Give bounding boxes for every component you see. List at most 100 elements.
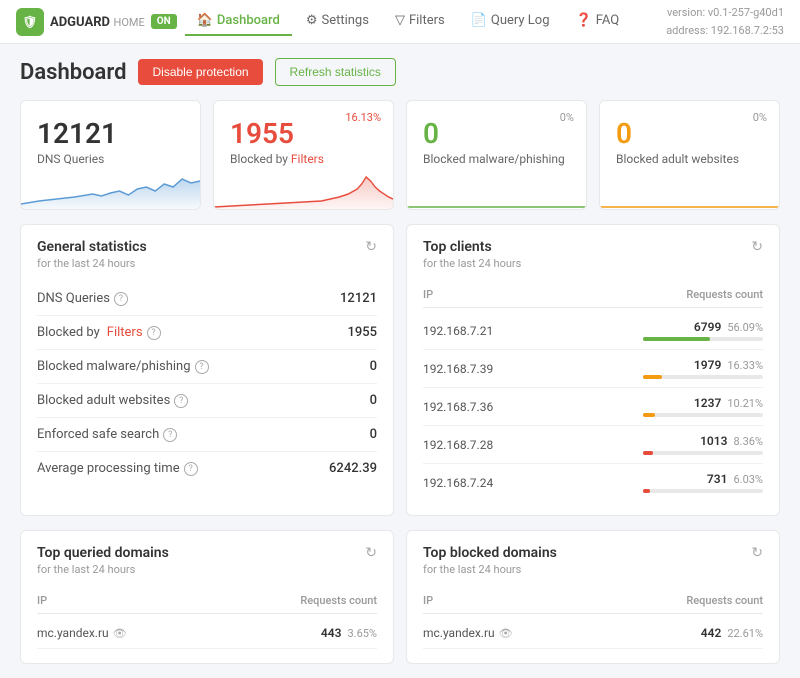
blocked-adult-number: 0 (616, 117, 763, 150)
client-percent: 16.33% (727, 359, 763, 372)
stat-row-safe-value: 0 (370, 427, 377, 442)
client-percent: 10.21% (727, 397, 763, 410)
client-ip: 192.168.7.36 (423, 400, 593, 414)
top-clients-header: Top clients for the last 24 hours ↻ (423, 239, 763, 270)
stat-card-blocked-malware: 0% 0 Blocked malware/phishing (406, 100, 587, 210)
client-count-row: 1979 16.33% (694, 358, 763, 372)
malware-help-icon[interactable]: ? (195, 360, 209, 374)
client-ip: 192.168.7.24 (423, 476, 593, 490)
client-row: 192.168.7.24 731 6.03% (423, 464, 763, 501)
header-version-info: version: v0.1-257-g40d1 address: 192.168… (666, 4, 784, 39)
client-right: 1979 16.33% (593, 358, 763, 379)
adult-help-icon[interactable]: ? (174, 394, 188, 408)
stat-card-blocked-filters: 16.13% 1955 Blocked by Filters (213, 100, 394, 210)
client-bar-bg (643, 337, 763, 341)
client-count: 1979 (694, 358, 721, 372)
header-left: 🛡 ADGUARD HOME ON 🏠 Dashboard ⚙ Settings… (16, 7, 631, 36)
client-row: 192.168.7.39 1979 16.33% (423, 350, 763, 388)
settings-nav-icon: ⚙ (306, 13, 318, 28)
client-bar-fill (643, 337, 710, 341)
top-clients-title: Top clients (423, 239, 521, 255)
faq-nav-icon: ❓ (576, 13, 592, 28)
avg-help-icon[interactable]: ? (184, 462, 198, 476)
client-bar-bg (643, 375, 763, 379)
stat-row-avg-time: Average processing time ? 6242.39 (37, 452, 377, 485)
client-percent: 8.36% (733, 435, 763, 448)
client-count: 1237 (694, 396, 721, 410)
stat-row-avg-label: Average processing time ? (37, 461, 198, 476)
main-grid: General statistics for the last 24 hours… (20, 224, 780, 516)
filters-link-2[interactable]: Filters (107, 325, 143, 340)
client-count-row: 1237 10.21% (694, 396, 763, 410)
blocked-domain-right: 442 22.61% (701, 626, 763, 640)
blocked-help-icon[interactable]: ? (147, 326, 161, 340)
client-row: 192.168.7.28 1013 8.36% (423, 426, 763, 464)
page-content: Dashboard Disable protection Refresh sta… (0, 44, 800, 678)
client-right: 1237 10.21% (593, 396, 763, 417)
stat-row-malware-label: Blocked malware/phishing ? (37, 359, 209, 374)
top-queried-title: Top queried domains (37, 545, 169, 561)
stat-card-dns-queries: 12121 DNS Queries (20, 100, 201, 210)
client-ip: 192.168.7.28 (423, 438, 593, 452)
blocked-percent: 22.61% (727, 627, 763, 640)
client-row: 192.168.7.36 1237 10.21% (423, 388, 763, 426)
client-right: 1013 8.36% (593, 434, 763, 455)
page-header: Dashboard Disable protection Refresh sta… (20, 58, 780, 86)
client-count: 731 (707, 472, 728, 486)
disable-protection-button[interactable]: Disable protection (138, 59, 262, 85)
stat-row-adult-label: Blocked adult websites ? (37, 393, 188, 408)
top-queried-refresh-icon[interactable]: ↻ (365, 545, 377, 561)
blocked-filters-percentage: 16.13% (345, 111, 381, 124)
nav-item-dashboard[interactable]: 🏠 Dashboard (185, 7, 292, 36)
stat-row-blocked-value: 1955 (347, 325, 377, 340)
stat-row-safe-search: Enforced safe search ? 0 (37, 418, 377, 452)
blocked-eye-icon[interactable]: 👁 (499, 627, 513, 640)
stat-card-blocked-adult: 0% 0 Blocked adult websites (599, 100, 780, 210)
queried-eye-icon[interactable]: 👁 (113, 627, 127, 640)
top-queried-card: Top queried domains for the last 24 hour… (20, 530, 394, 664)
blocked-malware-number: 0 (423, 117, 570, 150)
stat-row-blocked-label: Blocked by Filters ? (37, 325, 161, 340)
refresh-statistics-button[interactable]: Refresh statistics (275, 58, 396, 86)
nav-item-faq[interactable]: ❓ FAQ (564, 7, 632, 36)
blocked-count-header: Requests count (593, 594, 763, 607)
client-percent: 56.09% (727, 321, 763, 334)
client-bar-fill (643, 375, 662, 379)
safe-help-icon[interactable]: ? (163, 428, 177, 442)
dns-queries-number: 12121 (37, 117, 184, 150)
logo-icon: 🛡 (16, 8, 44, 36)
page-title: Dashboard (20, 60, 126, 85)
top-queried-header: Top queried domains for the last 24 hour… (37, 545, 377, 576)
client-right: 731 6.03% (593, 472, 763, 493)
general-stats-refresh-icon[interactable]: ↻ (365, 239, 377, 255)
blocked-count: 442 (701, 626, 722, 640)
top-clients-refresh-icon[interactable]: ↻ (751, 239, 763, 255)
stat-row-dns-label: DNS Queries ? (37, 291, 128, 306)
queried-domain-name: mc.yandex.ru 👁 (37, 626, 127, 640)
client-bar-fill (643, 413, 655, 417)
client-bar-bg (643, 413, 763, 417)
client-bar-bg (643, 451, 763, 455)
nav-item-query-log[interactable]: 📄 Query Log (459, 7, 562, 36)
address-text: address: 192.168.7.2:53 (666, 22, 784, 40)
queried-count-header: Requests count (207, 594, 377, 607)
top-queried-subtitle: for the last 24 hours (37, 563, 169, 576)
nav-item-filters[interactable]: ▽ Filters (383, 7, 457, 36)
general-stats-title-group: General statistics for the last 24 hours (37, 239, 147, 270)
clients-count-header: Requests count (593, 288, 763, 301)
top-blocked-header: Top blocked domains for the last 24 hour… (423, 545, 763, 576)
top-blocked-refresh-icon[interactable]: ↻ (751, 545, 763, 561)
client-bar-fill (643, 451, 653, 455)
logo: 🛡 ADGUARD HOME ON (16, 8, 177, 36)
filters-nav-icon: ▽ (395, 13, 405, 28)
client-count-row: 6799 56.09% (694, 320, 763, 334)
queried-domain-right: 443 3.65% (321, 626, 377, 640)
client-count: 6799 (694, 320, 721, 334)
client-ip: 192.168.7.39 (423, 362, 593, 376)
dns-help-icon[interactable]: ? (114, 292, 128, 306)
blocked-domain-row: mc.yandex.ru 👁 442 22.61% (423, 618, 763, 649)
filters-link[interactable]: Filters (291, 152, 324, 166)
top-clients-subtitle: for the last 24 hours (423, 257, 521, 270)
nav-item-settings[interactable]: ⚙ Settings (294, 7, 381, 36)
blocked-filters-chart (214, 169, 393, 209)
